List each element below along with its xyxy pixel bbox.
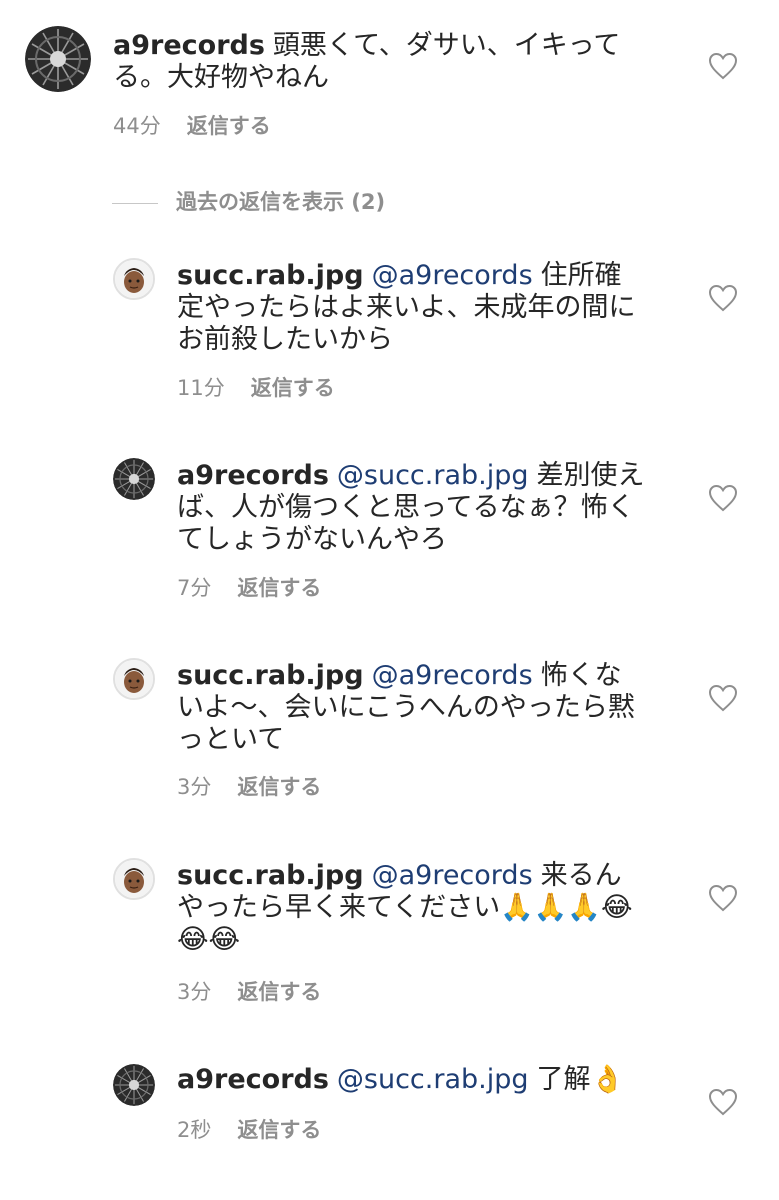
reply-time: 2秒 [177,1118,212,1142]
comment-time: 44分 [113,114,161,138]
comment-username[interactable]: a9records [113,30,265,61]
reply-button[interactable]: 返信する [237,572,321,602]
reply-text: a9records @succ.rab.jpg 了解👌 [177,1064,647,1096]
heart-outline-icon[interactable] [708,1088,738,1116]
reply-time: 7分 [177,576,212,600]
avatar-a9records[interactable] [113,458,155,500]
reply-item: succ.rab.jpg @a9records 来るんやったら早く来てください🙏🙏🙏… [0,850,779,1010]
top-comment: a9records 頭悪くて、ダサい、イキってる。大好物やねん 44分 返信する [0,0,779,150]
reply-username[interactable]: a9records [177,460,329,491]
heart-outline-icon[interactable] [708,52,738,80]
reply-meta: 2秒 返信する [177,1114,321,1144]
reply-button[interactable]: 返信する [237,1114,321,1144]
memoji-avatar-icon [115,860,153,898]
reply-text: succ.rab.jpg @a9records 怖くないよ〜、会いにこうへんのやった… [177,660,647,756]
reply-meta: 3分 返信する [177,976,321,1006]
reply-time: 11分 [177,376,225,400]
heart-outline-icon[interactable] [708,884,738,912]
memoji-avatar-icon [115,660,153,698]
reply-button[interactable]: 返信する [237,976,321,1006]
view-replies-label: 過去の返信を表示 (2) [176,190,386,214]
reply-mention[interactable]: @succ.rab.jpg [337,1064,529,1095]
turbine-avatar-icon [25,26,91,92]
heart-outline-icon[interactable] [708,284,738,312]
reply-mention[interactable]: @a9records [372,660,533,691]
reply-item: a9records @succ.rab.jpg 差別使えば、人が傷つくと思ってるなぁ… [0,450,779,610]
reply-mention[interactable]: @a9records [372,260,533,291]
view-replies-button[interactable]: 過去の返信を表示 (2) [112,186,385,216]
reply-mention[interactable]: @a9records [372,860,533,891]
reply-username[interactable]: succ.rab.jpg [177,660,364,691]
heart-outline-icon[interactable] [708,484,738,512]
avatar-succ-rab[interactable] [113,858,155,900]
avatar-succ-rab[interactable] [113,658,155,700]
turbine-avatar-icon [113,1064,155,1106]
reply-time: 3分 [177,980,212,1004]
avatar-succ-rab[interactable] [113,258,155,300]
reply-body: 了解👌 [536,1064,625,1095]
reply-text: succ.rab.jpg @a9records 住所確定やったらはよ来いよ、未成年の… [177,260,647,356]
comment-text: a9records 頭悪くて、ダサい、イキってる。大好物やねん [113,30,633,94]
reply-button[interactable]: 返信する [187,110,271,140]
reply-mention[interactable]: @succ.rab.jpg [337,460,529,491]
reply-meta: 11分 返信する [177,372,335,402]
reply-time: 3分 [177,775,212,799]
memoji-avatar-icon [115,260,153,298]
reply-button[interactable]: 返信する [251,372,335,402]
turbine-avatar-icon [113,458,155,500]
reply-item: a9records @succ.rab.jpg 了解👌 2秒 返信する [0,1058,779,1178]
reply-username[interactable]: succ.rab.jpg [177,860,364,891]
reply-username[interactable]: succ.rab.jpg [177,260,364,291]
divider-line [112,202,158,204]
comment-meta: 44分 返信する [113,110,271,140]
reply-meta: 7分 返信する [177,572,321,602]
reply-text: succ.rab.jpg @a9records 来るんやったら早く来てください🙏🙏🙏… [177,860,647,956]
avatar-a9records[interactable] [113,1064,155,1106]
reply-text: a9records @succ.rab.jpg 差別使えば、人が傷つくと思ってるなぁ… [177,460,647,556]
avatar-a9records[interactable] [25,26,91,92]
reply-item: succ.rab.jpg @a9records 怖くないよ〜、会いにこうへんのやった… [0,650,779,810]
reply-item: succ.rab.jpg @a9records 住所確定やったらはよ来いよ、未成年の… [0,250,779,410]
reply-username[interactable]: a9records [177,1064,329,1095]
reply-button[interactable]: 返信する [237,771,321,801]
reply-meta: 3分 返信する [177,771,321,801]
heart-outline-icon[interactable] [708,684,738,712]
